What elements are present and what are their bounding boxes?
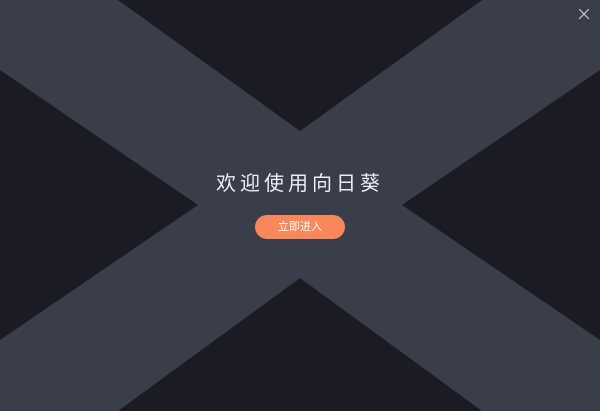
welcome-window: 欢迎使用向日葵 立即进入 — [0, 0, 600, 411]
x-pattern-background — [0, 0, 600, 411]
close-button[interactable] — [576, 6, 592, 22]
close-icon — [578, 8, 590, 20]
enter-now-button[interactable]: 立即进入 — [255, 215, 345, 239]
welcome-title: 欢迎使用向日葵 — [216, 171, 384, 195]
